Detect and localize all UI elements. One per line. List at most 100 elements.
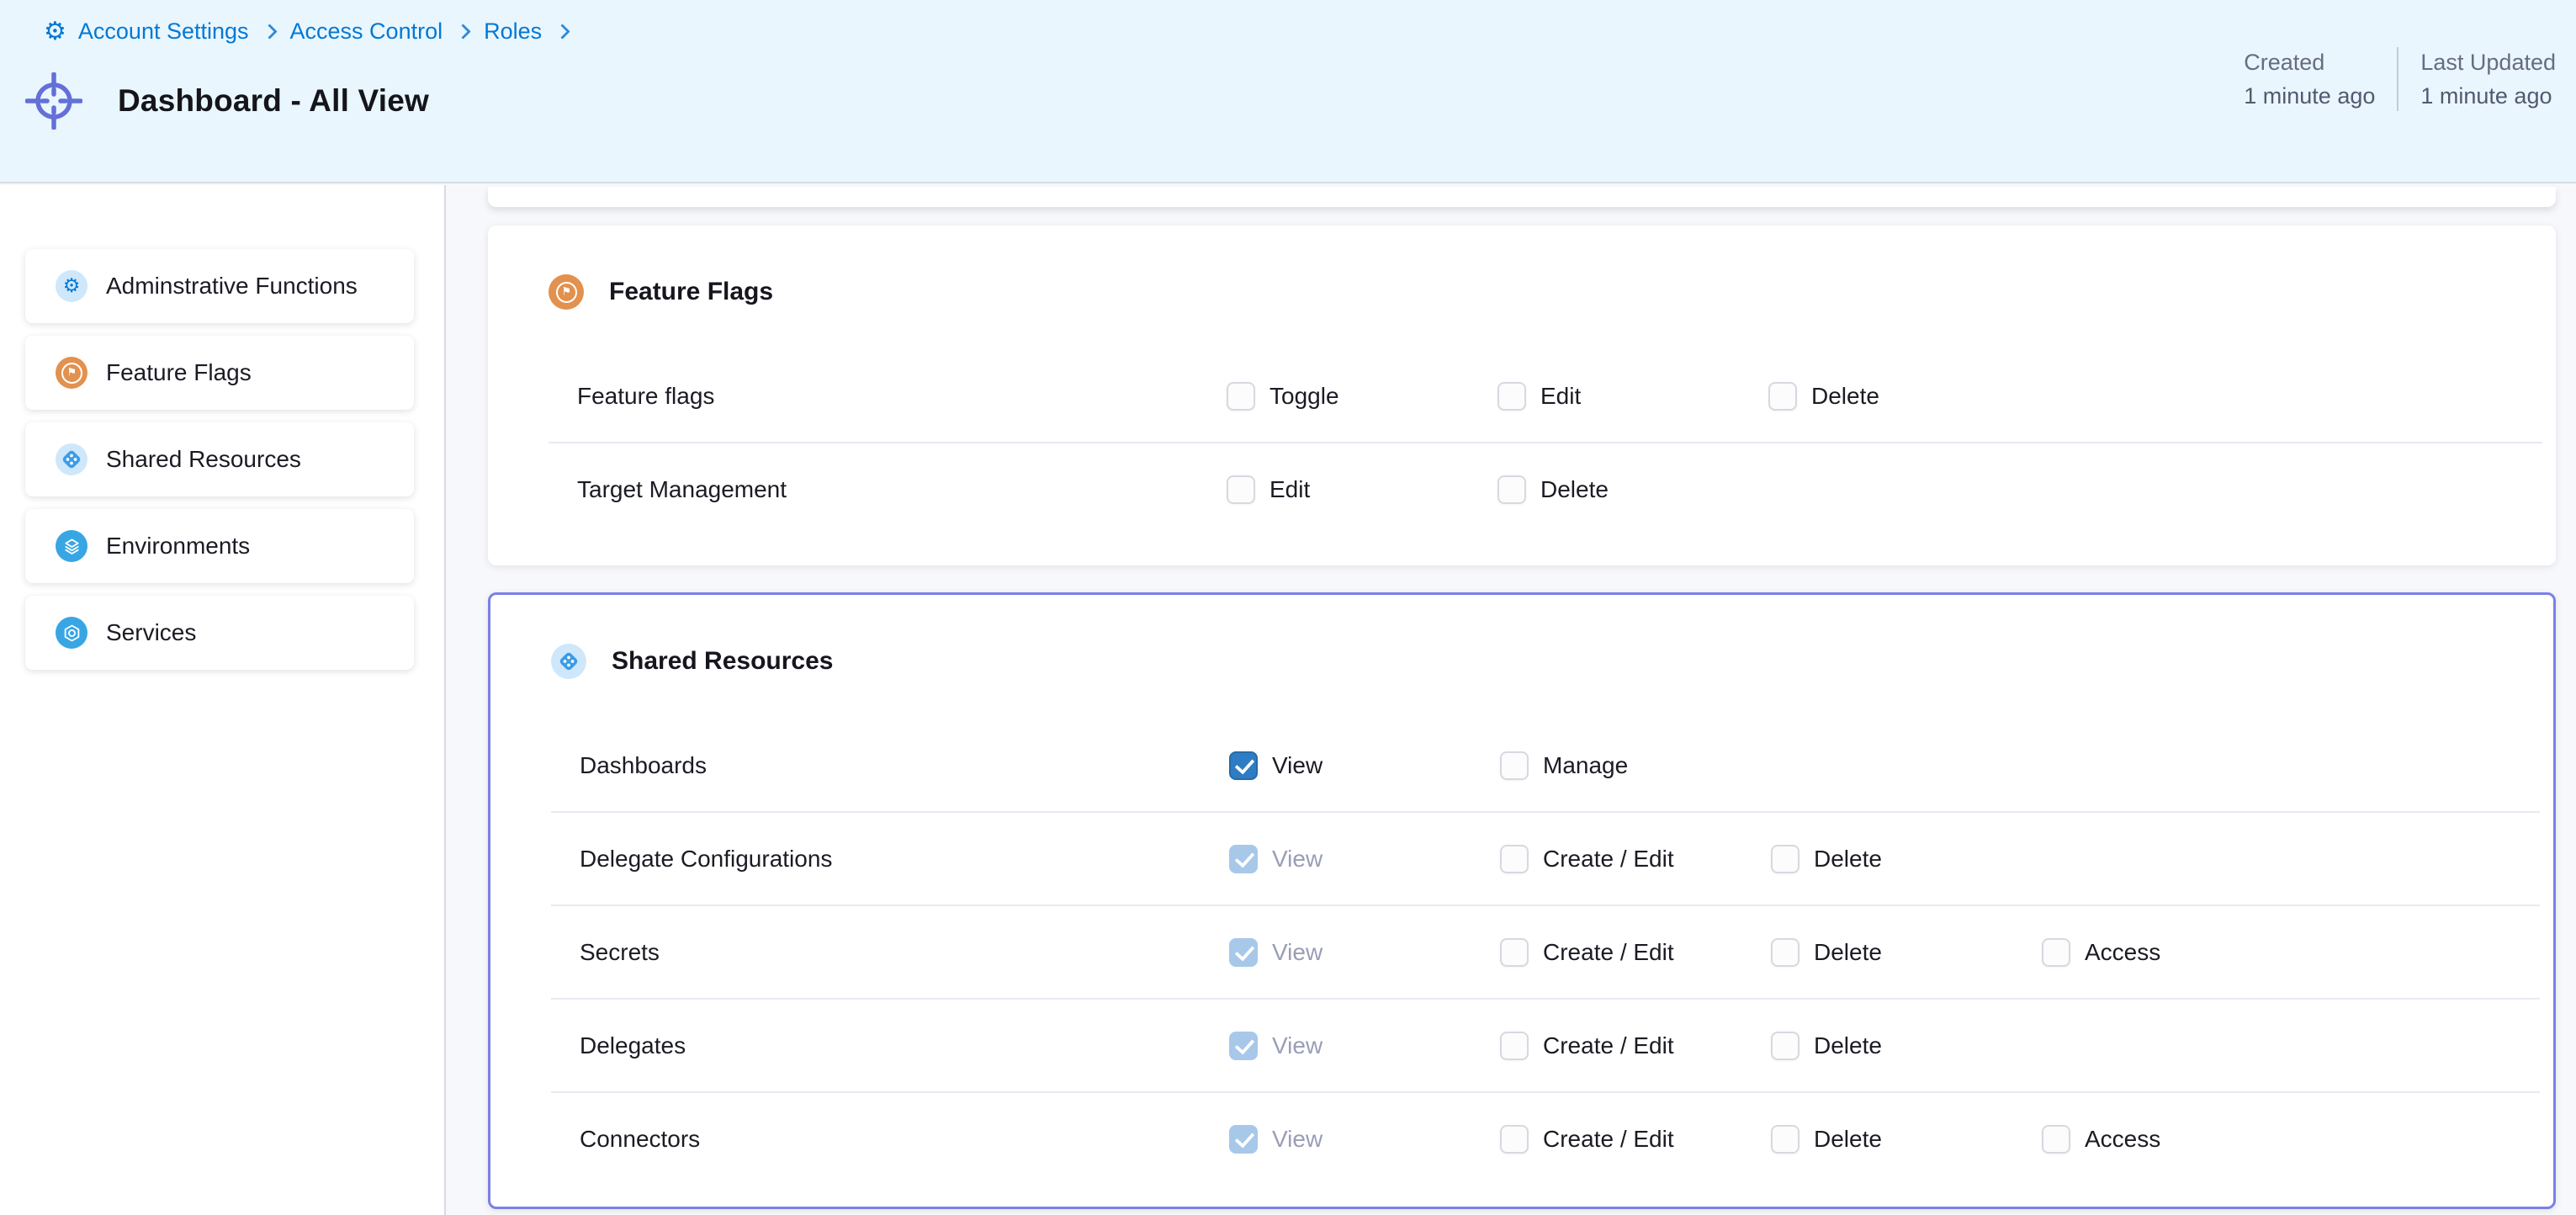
permission-delegate-configurations-create-edit: Create / Edit [1500, 845, 1771, 873]
permission-delegates-create-edit: Create / Edit [1500, 1032, 1771, 1060]
checkbox-label: Delete [1814, 1032, 1882, 1059]
table-row-connectors: ConnectorsViewCreate / EditDeleteAccess [551, 1093, 2540, 1185]
page-title: Dashboard - All View [118, 83, 429, 119]
sidebar-item-environments[interactable]: Environments [25, 509, 414, 583]
permission-delegates-delete: Delete [1771, 1032, 2042, 1060]
permission-secrets-create-edit: Create / Edit [1500, 938, 1771, 967]
checkbox-create-edit[interactable] [1500, 1032, 1529, 1060]
permission-cells: View Manage [1229, 719, 1771, 811]
permission-feature-flags-edit: Edit [1497, 382, 1768, 411]
permission-cells: ViewCreate / EditDelete [1229, 813, 2042, 905]
checkbox-view[interactable] [1229, 845, 1258, 873]
table-row-feature-flags: Feature flagsToggleEditDelete [549, 350, 2542, 443]
resource-label: Secrets [580, 939, 660, 966]
last-updated-label: Last Updated [2420, 45, 2556, 79]
cube-icon [556, 649, 581, 674]
role-crosshair-icon [25, 72, 82, 130]
checkbox-view[interactable] [1229, 938, 1258, 967]
resource-label: Feature flags [577, 383, 714, 410]
sidebar-item-label: Environments [106, 533, 250, 560]
checkbox-label: Delete [1814, 939, 1882, 966]
permission-secrets-access: Access [2042, 938, 2313, 967]
sidebar-item-shared-resources[interactable]: Shared Resources [25, 422, 414, 496]
checkbox-label: Access [2085, 1126, 2160, 1153]
hexagon-icon-circle [56, 617, 87, 649]
cube-icon-circle [551, 644, 586, 679]
gear-icon: ⚙ [63, 277, 81, 296]
checkbox-delete[interactable] [1771, 1032, 1799, 1060]
sidebar-item-label: Adminstrative Functions [106, 273, 358, 300]
checkbox-view[interactable] [1229, 751, 1258, 780]
permission-secrets-view: View [1229, 938, 1500, 967]
table-row-dashboards: Dashboards View Manage [551, 719, 2540, 813]
breadcrumb-link-roles[interactable]: Roles [484, 19, 542, 45]
chevron-right-icon [455, 24, 470, 39]
hexagon-icon [62, 623, 82, 643]
checkbox-view[interactable] [1229, 1125, 1258, 1154]
resource-label: Delegates [580, 1032, 686, 1059]
title-row: Dashboard - All View [25, 72, 429, 130]
settings-gear-icon: ⚙ [44, 19, 66, 45]
checkbox-delete[interactable] [1771, 1125, 1799, 1154]
permission-card-feature-flags: ⚑Feature FlagsFeature flagsToggleEditDel… [488, 225, 2556, 565]
checkbox-access[interactable] [2042, 1125, 2070, 1154]
page-header: ⚙ Account Settings Access Control Roles Das… [0, 0, 2576, 183]
cube-icon [59, 447, 84, 472]
checkbox-view[interactable] [1229, 1032, 1258, 1060]
checkbox-access[interactable] [2042, 938, 2070, 967]
permission-rows: Dashboards View Manage Delegate Configurati… [490, 719, 2553, 1185]
sidebar-item-feature-flags[interactable]: ⚑ Feature Flags [25, 336, 414, 410]
layers-icon-circle [56, 530, 87, 562]
permission-secrets-delete: Delete [1771, 938, 2042, 967]
layers-icon [62, 537, 82, 556]
permission-delegate-configurations-view: View [1229, 845, 1500, 873]
sidebar-item-label: Feature Flags [106, 359, 252, 386]
meta-timestamps: Created 1 minute ago Last Updated 1 minu… [2244, 45, 2556, 113]
breadcrumb-link-account-settings[interactable]: Account Settings [78, 19, 249, 45]
permission-card-shared-resources: Shared ResourcesDashboardsViewManageDele… [488, 592, 2556, 1209]
checkbox-label: Create / Edit [1543, 939, 1674, 966]
chevron-right-icon [554, 24, 570, 39]
permission-target-management-delete: Delete [1497, 475, 1768, 504]
checkbox-delete[interactable] [1497, 475, 1526, 504]
flag-icon: ⚑ [61, 363, 82, 384]
checkbox-create-edit[interactable] [1500, 938, 1529, 967]
resource-label: Dashboards [580, 752, 707, 779]
table-row-delegates: DelegatesViewCreate / EditDelete [551, 1000, 2540, 1093]
permission-dashboards-manage: Manage [1500, 751, 1771, 780]
card-header: ⚑Feature Flags [488, 225, 2556, 350]
flag-icon-circle: ⚑ [56, 357, 87, 389]
breadcrumb: ⚙ Account Settings Access Control Roles [44, 19, 571, 45]
checkbox-edit[interactable] [1227, 475, 1255, 504]
table-row-delegate-configurations: Delegate Configurations View Create / Edit… [551, 813, 2540, 906]
checkbox-toggle[interactable] [1227, 382, 1255, 411]
sidebar-item-adminstrative-functions[interactable]: ⚙ Adminstrative Functions [25, 249, 414, 323]
permission-cells: EditDelete [1227, 443, 1768, 535]
checkbox-delete[interactable] [1771, 938, 1799, 967]
created-label: Created [2244, 45, 2375, 79]
checkbox-label: Toggle [1269, 383, 1339, 410]
checkbox-label: View [1272, 939, 1322, 966]
cube-icon-circle [56, 443, 87, 475]
permission-connectors-access: Access [2042, 1125, 2313, 1154]
checkbox-create-edit[interactable] [1500, 1125, 1529, 1154]
resource-label: Delegate Configurations [580, 846, 832, 873]
permission-cells: ViewCreate / EditDelete [1229, 1000, 2042, 1091]
permission-connectors-delete: Delete [1771, 1125, 2042, 1154]
checkbox-label: View [1272, 752, 1322, 779]
checkbox-label: Create / Edit [1543, 846, 1674, 873]
checkbox-label: Manage [1543, 752, 1628, 779]
checkbox-create-edit[interactable] [1500, 845, 1529, 873]
created-meta: Created 1 minute ago [2244, 45, 2375, 113]
checkbox-label: View [1272, 846, 1322, 873]
breadcrumb-link-access-control[interactable]: Access Control [290, 19, 443, 45]
sidebar-item-services[interactable]: Services [25, 596, 414, 670]
checkbox-label: Create / Edit [1543, 1032, 1674, 1059]
checkbox-label: Access [2085, 939, 2160, 966]
permission-target-management-edit: Edit [1227, 475, 1497, 504]
card-title: Feature Flags [609, 278, 773, 306]
checkbox-manage[interactable] [1500, 751, 1529, 780]
checkbox-delete[interactable] [1771, 845, 1799, 873]
checkbox-delete[interactable] [1768, 382, 1797, 411]
checkbox-edit[interactable] [1497, 382, 1526, 411]
